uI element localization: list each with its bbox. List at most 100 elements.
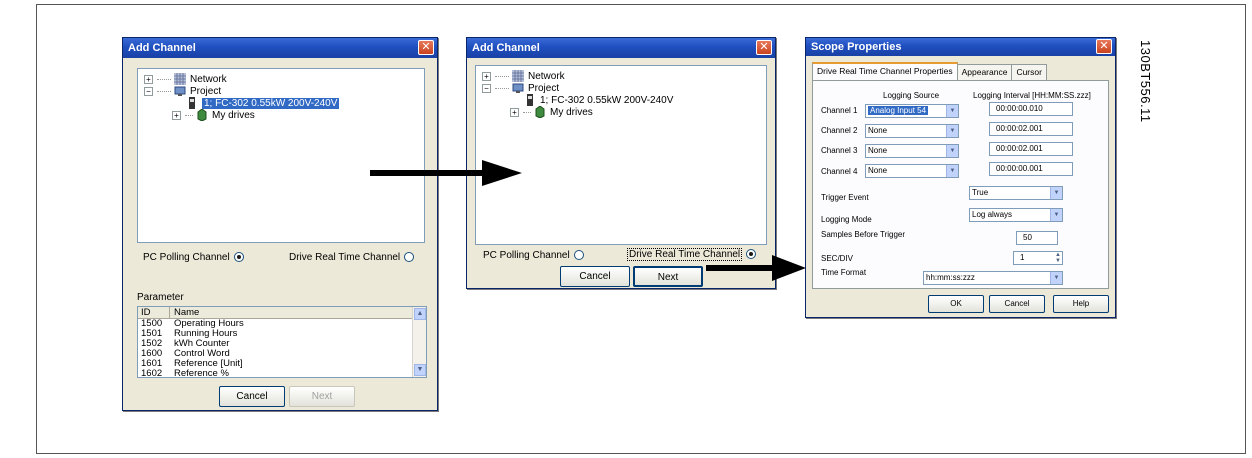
pc-polling-radio[interactable] [573, 250, 584, 261]
channel-4-source-select[interactable]: None ▼ [865, 164, 959, 178]
title-bar[interactable]: Add Channel ✕ [467, 38, 775, 58]
my-drives-icon [197, 109, 207, 121]
param-name: Reference % [174, 368, 229, 378]
tree-label: Project [190, 85, 222, 97]
close-button[interactable]: ✕ [418, 40, 434, 55]
logging-mode-label: Logging Mode [821, 215, 872, 224]
tree-label: Project [528, 82, 560, 94]
channel-2-source-select[interactable]: None ▼ [865, 124, 959, 138]
tree-item-project[interactable]: − Project [144, 85, 221, 97]
logging-interval-header: Logging Interval [HH:MM:SS.zzz] [973, 91, 1091, 100]
drive-icon [189, 97, 195, 109]
tree-label: 1; FC-302 0.55kW 200V-240V [540, 94, 674, 106]
channel-3-source-select[interactable]: None ▼ [865, 144, 959, 158]
arrow-right-icon [706, 255, 806, 281]
collapse-icon[interactable]: − [482, 83, 491, 93]
collapse-icon[interactable]: − [144, 86, 153, 96]
chevron-down-icon[interactable]: ▼ [946, 125, 958, 137]
selected-value: True [972, 188, 989, 197]
tree-label: My drives [212, 109, 255, 121]
chevron-down-icon[interactable]: ▼ [946, 105, 958, 117]
tree-item-my-drives[interactable]: + My drives [172, 109, 255, 121]
tree-item-network[interactable]: + Network [144, 73, 227, 85]
channel-1-interval-field[interactable]: 00:00:00.010 [989, 102, 1073, 116]
pc-polling-option[interactable]: PC Polling Channel [483, 250, 584, 261]
list-item[interactable]: 1602 Reference % [138, 369, 426, 378]
tab-appearance[interactable]: Appearance [956, 64, 1013, 80]
sec-div-value: 1 [1020, 253, 1025, 262]
logging-mode-select[interactable]: Log always ▼ [969, 208, 1063, 222]
drive-rt-radio[interactable] [404, 252, 415, 263]
tree-item-drive[interactable]: 1; FC-302 0.55kW 200V-240V [524, 94, 673, 106]
tree-label: Network [190, 73, 227, 85]
scrollbar[interactable]: ▲ ▼ [412, 307, 426, 377]
tree-item-network[interactable]: + Network [482, 70, 565, 82]
tab-panel: Logging Source Logging Interval [HH:MM:S… [812, 80, 1109, 289]
chevron-down-icon[interactable]: ▼ [1050, 272, 1062, 284]
chevron-down-icon[interactable]: ▼ [946, 145, 958, 157]
pc-polling-label: PC Polling Channel [143, 252, 230, 263]
chevron-down-icon[interactable]: ▼ [1050, 187, 1062, 199]
title-bar[interactable]: Add Channel ✕ [123, 38, 437, 58]
tree-item-project[interactable]: − Project [482, 82, 559, 94]
tree-label: My drives [550, 106, 593, 118]
logging-source-header: Logging Source [883, 91, 940, 100]
close-button[interactable]: ✕ [1096, 39, 1112, 54]
trigger-event-select[interactable]: True ▼ [969, 186, 1063, 200]
channel-4-interval-field[interactable]: 00:00:00.001 [989, 162, 1073, 176]
title-bar[interactable]: Scope Properties ✕ [806, 38, 1115, 56]
channel-4-label: Channel 4 [821, 167, 858, 176]
window-title: Add Channel [128, 42, 196, 54]
pc-polling-option[interactable]: PC Polling Channel [143, 252, 244, 263]
pc-polling-label: PC Polling Channel [483, 250, 570, 261]
column-header-name[interactable]: Name [170, 307, 426, 318]
scroll-up-icon[interactable]: ▲ [414, 308, 426, 320]
selected-value: hh:mm:ss:zzz [926, 273, 975, 282]
cancel-button[interactable]: Cancel [989, 295, 1045, 313]
selected-value: None [868, 146, 888, 155]
window-title: Add Channel [472, 42, 540, 54]
samples-before-trigger-field[interactable]: 50 [1016, 231, 1058, 245]
tab-cursor[interactable]: Cursor [1011, 64, 1047, 80]
pc-polling-radio[interactable] [233, 252, 244, 263]
next-button[interactable]: Next [289, 386, 355, 407]
my-drives-icon [535, 106, 545, 118]
close-button[interactable]: ✕ [756, 40, 772, 55]
tab-drive-real-time-channel-properties[interactable]: Drive Real Time Channel Properties [812, 62, 958, 80]
tree-item-drive[interactable]: 1; FC-302 0.55kW 200V-240V [186, 97, 340, 109]
expand-icon[interactable]: + [144, 74, 153, 84]
help-button[interactable]: Help [1053, 295, 1109, 313]
channel-2-interval-field[interactable]: 00:00:02.001 [989, 122, 1073, 136]
next-button[interactable]: Next [633, 266, 703, 287]
time-format-select[interactable]: hh:mm:ss:zzz ▼ [923, 271, 1063, 285]
device-tree[interactable]: + Network − Project 1; FC-302 0.55kW 200… [137, 68, 425, 243]
trigger-event-label: Trigger Event [821, 193, 869, 202]
selected-value: None [868, 166, 888, 175]
channel-1-source-select[interactable]: Analog Input 54 ▼ [865, 104, 959, 118]
parameter-label: Parameter [137, 292, 184, 303]
chevron-down-icon[interactable]: ▼ [946, 165, 958, 177]
chevron-down-icon[interactable]: ▼ [1050, 209, 1062, 221]
cancel-button[interactable]: Cancel [560, 266, 630, 287]
tree-item-my-drives[interactable]: + My drives [510, 106, 593, 118]
device-tree[interactable]: + Network − Project 1; FC-302 0.55kW 200… [475, 65, 767, 245]
expand-icon[interactable]: + [172, 110, 181, 120]
channel-2-label: Channel 2 [821, 126, 858, 135]
column-header-id[interactable]: ID [138, 307, 170, 318]
cancel-button[interactable]: Cancel [219, 386, 285, 407]
expand-icon[interactable]: + [510, 107, 519, 117]
channel-3-interval-field[interactable]: 00:00:02.001 [989, 142, 1073, 156]
add-channel-window-1: Add Channel ✕ + Network − Project 1; FC-… [122, 37, 438, 411]
scroll-down-icon[interactable]: ▼ [414, 364, 426, 376]
ok-button[interactable]: OK [928, 295, 984, 313]
param-id: 1602 [141, 368, 163, 378]
spin-arrows-icon[interactable]: ▲ ▼ [1055, 252, 1061, 264]
tree-label: 1; FC-302 0.55kW 200V-240V [202, 97, 340, 109]
arrow-right-icon [370, 160, 522, 186]
parameter-list[interactable]: ID Name 1500 Operating Hours 1501 Running … [137, 306, 427, 378]
expand-icon[interactable]: + [482, 71, 491, 81]
channel-1-label: Channel 1 [821, 106, 858, 115]
sec-div-spinner[interactable]: 1 ▲ ▼ [1013, 251, 1063, 265]
drive-rt-option[interactable]: Drive Real Time Channel [289, 252, 415, 263]
selected-value: None [868, 126, 888, 135]
